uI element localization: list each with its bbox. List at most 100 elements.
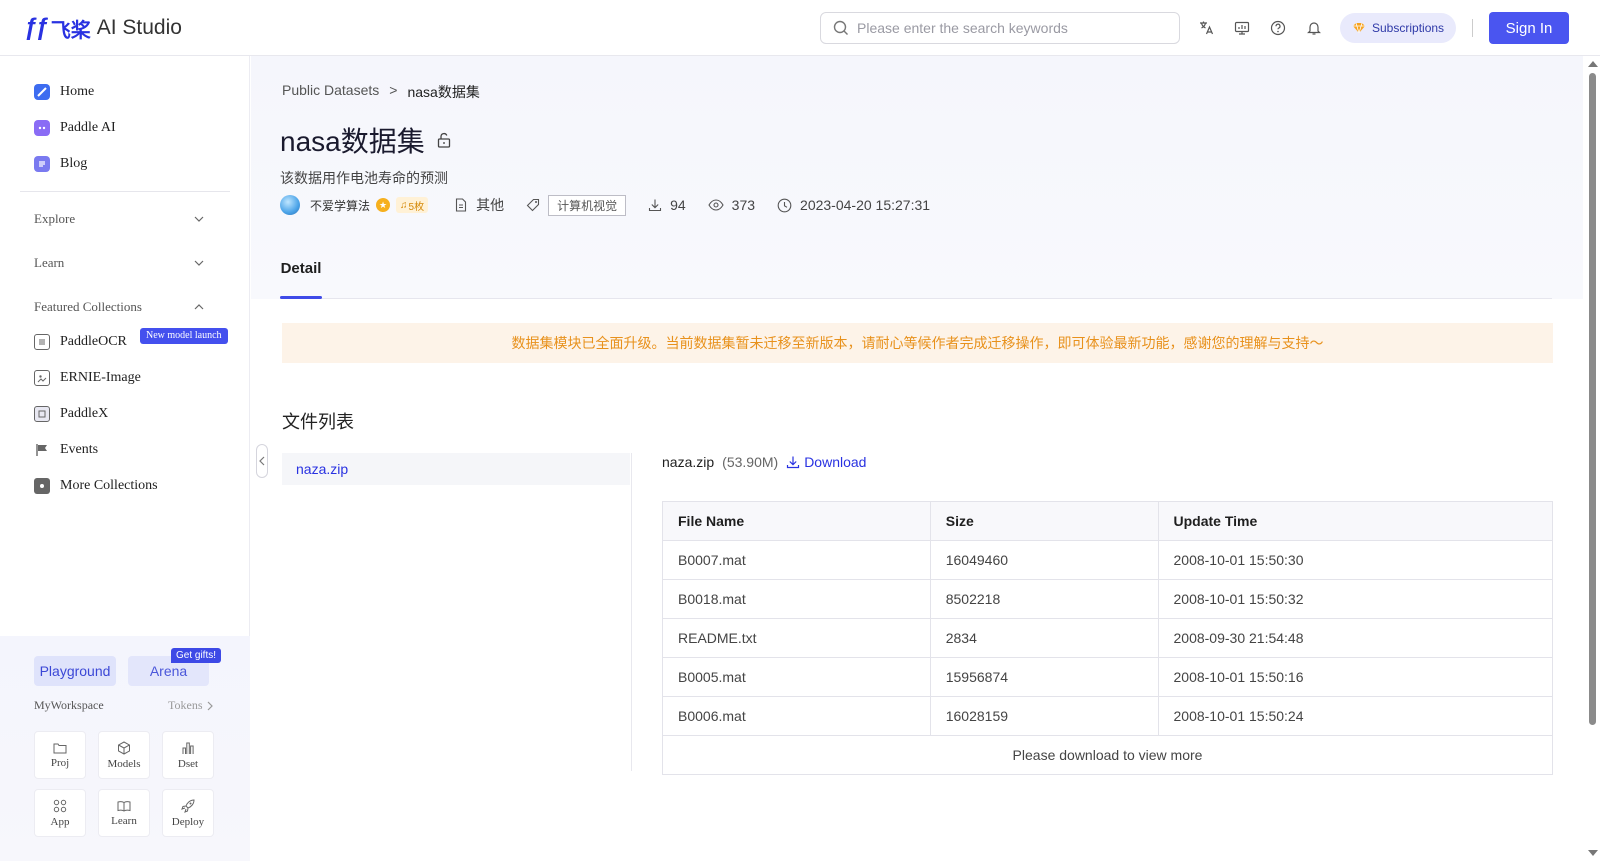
sidebar-item-paddlex[interactable]: PaddleX: [34, 402, 108, 426]
sidebar-group-label: Featured Collections: [34, 299, 142, 314]
avatar[interactable]: [280, 195, 300, 215]
page-title-row: nasa数据集: [280, 120, 451, 160]
tile-label: Learn: [111, 814, 137, 827]
sign-in-button[interactable]: Sign In: [1489, 12, 1569, 44]
bell-small-icon: ♫: [400, 199, 408, 211]
bell-icon[interactable]: [1304, 18, 1324, 38]
author-name[interactable]: 不爱学算法: [310, 197, 370, 214]
search-box[interactable]: [820, 12, 1180, 44]
workspace-tile-proj[interactable]: Proj: [34, 731, 86, 779]
sidebar-item-more-collections[interactable]: More Collections: [34, 474, 158, 498]
workspace-tile-app[interactable]: App: [34, 789, 86, 837]
breadcrumb: Public Datasets > nasa数据集: [282, 82, 480, 102]
sidebar-group-explore[interactable]: Explore: [34, 208, 204, 230]
workspace-tile-models[interactable]: Models: [98, 731, 150, 779]
workspace-panel: Playground Arena Get gifts! MyWorkspace …: [0, 636, 250, 861]
selected-file-size: (53.90M): [722, 454, 779, 470]
logo-cn-text: 飞桨: [50, 19, 91, 42]
sidebar-group-featured-collections[interactable]: Featured Collections: [34, 296, 204, 318]
sidebar-item-paddle-ai[interactable]: Paddle AI: [34, 116, 116, 140]
tag-meta: 计算机视觉: [526, 194, 627, 216]
table-header-row: File Name Size Update Time: [662, 501, 1553, 541]
page-scrollbar[interactable]: [1585, 56, 1600, 861]
sidebar-item-label: PaddleOCR: [60, 334, 127, 349]
cell-file-name: README.txt: [662, 618, 931, 658]
sidebar-item-events[interactable]: Events: [34, 438, 98, 462]
tokens-link[interactable]: Tokens: [168, 698, 213, 713]
chevron-right-icon: [207, 701, 213, 710]
monitor-icon[interactable]: [1232, 18, 1252, 38]
translate-icon[interactable]: [1196, 18, 1216, 38]
view-more-message: Please download to view more: [662, 735, 1553, 775]
updated-meta: 2023-04-20 15:27:31: [777, 197, 930, 213]
cell-file-name: B0005.mat: [662, 657, 931, 697]
sidebar-item-label: Blog: [60, 156, 88, 171]
sidebar-item-ernie-image[interactable]: ERNIE-Image: [34, 366, 141, 390]
updated-time: 2023-04-20 15:27:31: [800, 197, 931, 213]
downloads-meta: 94: [648, 197, 686, 213]
workspace-tile-deploy[interactable]: Deploy: [162, 789, 214, 837]
selected-file-header: naza.zip (53.90M) Download: [662, 454, 866, 470]
diamond-icon: [1353, 22, 1365, 34]
sidebar-item-home[interactable]: Home: [34, 80, 94, 104]
download-icon: [649, 199, 662, 212]
medal-icon: ★: [376, 198, 391, 212]
sidebar-item-blog[interactable]: Blog: [34, 152, 87, 176]
cell-update-time: 2008-09-30 21:54:48: [1157, 618, 1553, 658]
sidebar-item-label: More Collections: [60, 478, 158, 493]
tab-bar: Detail: [280, 254, 1552, 299]
cell-file-name: B0006.mat: [662, 696, 931, 736]
main-content: Public Datasets > nasa数据集 nasa数据集 该数据用作电…: [251, 56, 1583, 861]
tag-icon: [526, 198, 540, 212]
search-icon: [833, 20, 848, 35]
breadcrumb-separator: >: [389, 82, 398, 98]
views-count: 373: [731, 197, 756, 213]
top-bar: ƒƒ 飞桨 AI Studio Subscriptions Sign In: [0, 0, 1600, 56]
workspace-tile-dset[interactable]: Dset: [162, 731, 214, 779]
chevron-down-icon: [194, 260, 204, 266]
scrollbar-thumb[interactable]: [1589, 73, 1596, 725]
tile-label: Proj: [50, 756, 70, 769]
license-meta: 其他: [454, 195, 504, 215]
logo[interactable]: ƒƒ 飞桨 AI Studio: [24, 14, 182, 42]
scroll-up-arrow-icon[interactable]: [1588, 61, 1598, 67]
unlock-icon: [437, 132, 450, 148]
cell-size: 2834: [929, 618, 1159, 658]
breadcrumb-parent-link[interactable]: Public Datasets: [282, 82, 379, 102]
flag-icon: [34, 442, 50, 458]
breadcrumb-current: nasa数据集: [407, 84, 480, 100]
column-header-update-time: Update Time: [1157, 501, 1553, 541]
get-gifts-badge: Get gifts!: [171, 648, 222, 663]
sidebar-item-label: Events: [60, 442, 99, 457]
file-list: naza.zip: [282, 453, 632, 771]
scroll-down-arrow-icon[interactable]: [1588, 850, 1598, 856]
tab-detail[interactable]: Detail: [280, 254, 322, 299]
folder-icon: [53, 743, 67, 753]
rocket-icon: [181, 798, 195, 813]
download-label: Download: [804, 454, 867, 470]
eye-icon: [708, 199, 724, 211]
clock-icon: [777, 198, 792, 212]
cell-size: 16049460: [929, 540, 1159, 580]
sidebar: Home Paddle AI Blog Explore Learn Featur…: [0, 56, 250, 861]
paddle-ai-icon: [34, 120, 50, 136]
selected-file-name: naza.zip: [662, 454, 715, 470]
tile-label: Models: [107, 757, 141, 770]
category-tag[interactable]: 计算机视觉: [548, 194, 627, 216]
downloads-count: 94: [670, 197, 686, 213]
sidebar-item-label: Home: [60, 84, 95, 99]
table-row: B0018.mat 8502218 2008-10-01 15:50:32: [662, 579, 1553, 619]
column-header-size: Size: [929, 501, 1159, 541]
sidebar-group-learn[interactable]: Learn: [34, 252, 204, 274]
sidebar-item-paddleocr[interactable]: PaddleOCR: [34, 330, 127, 354]
workspace-tile-learn[interactable]: Learn: [98, 789, 150, 837]
header-divider: [1472, 19, 1473, 37]
workspace-title: MyWorkspace: [34, 698, 104, 712]
playground-button[interactable]: Playground: [34, 656, 116, 686]
search-input[interactable]: [857, 20, 1157, 36]
subscriptions-button[interactable]: Subscriptions: [1340, 13, 1457, 43]
download-button[interactable]: Download: [786, 454, 866, 470]
cell-size: 8502218: [929, 579, 1159, 619]
file-list-item[interactable]: naza.zip: [282, 453, 630, 485]
help-icon[interactable]: [1268, 18, 1288, 38]
